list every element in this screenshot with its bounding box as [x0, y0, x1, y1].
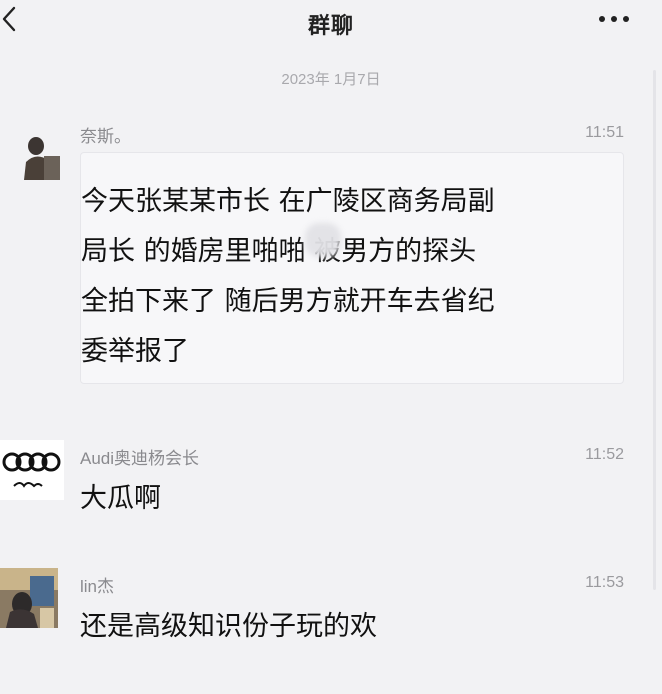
top-bar: 群聊 [0, 0, 662, 48]
avatar-photo-icon [0, 568, 58, 628]
avatar[interactable] [0, 568, 58, 628]
message-text[interactable]: 大瓜啊 [80, 474, 161, 524]
avatar[interactable] [18, 126, 62, 180]
date-divider: 2023年 1月7日 [281, 71, 381, 88]
message-line: 委举报了 [81, 336, 189, 367]
message-item: lin杰 11:53 还是高级知识份子玩的欢 [0, 566, 662, 646]
message-time: 11:51 [585, 124, 624, 141]
page-title: 群聊 [307, 14, 354, 39]
sender-name: Audi奥迪杨会长 [80, 449, 200, 468]
message-text[interactable]: 还是高级知识份子玩的欢 [80, 602, 377, 652]
message-time: 11:53 [585, 574, 624, 591]
sender-name: lin杰 [80, 577, 115, 596]
scrollbar[interactable] [653, 70, 656, 590]
message-time: 11:52 [585, 446, 624, 463]
more-button[interactable] [594, 2, 634, 36]
chat-screen: 群聊 2023年 1月7日 奈斯。 11:51 今天张某某市长 在广陵区商务局副 [0, 0, 662, 694]
more-dots-icon [599, 16, 629, 22]
message-bubble[interactable]: 今天张某某市长 在广陵区商务局副 局长 的婚房里啪啪 被男方的探头 全拍下来了 … [80, 152, 624, 384]
audi-rings-logo-icon [0, 440, 64, 500]
censor-blur [305, 223, 341, 257]
message-text: 今天张某某市长 在广陵区商务局副 局长 的婚房里啪啪 被男方的探头 全拍下来了 … [81, 177, 621, 377]
message-line: 全拍下来了 随后男方就开车去省纪 [81, 286, 495, 317]
message-line: 今天张某某市长 在广陵区商务局副 [81, 186, 495, 217]
avatar[interactable] [0, 440, 64, 500]
message-line: 局长 的婚房里啪啪 被男方的探头 [81, 236, 477, 267]
message-item: Audi奥迪杨会长 11:52 大瓜啊 [0, 440, 662, 520]
avatar-person-icon [18, 126, 62, 180]
message-item: 奈斯。 11:51 今天张某某市长 在广陵区商务局副 局长 的婚房里啪啪 被男方… [0, 118, 662, 388]
sender-name: 奈斯。 [80, 127, 131, 146]
